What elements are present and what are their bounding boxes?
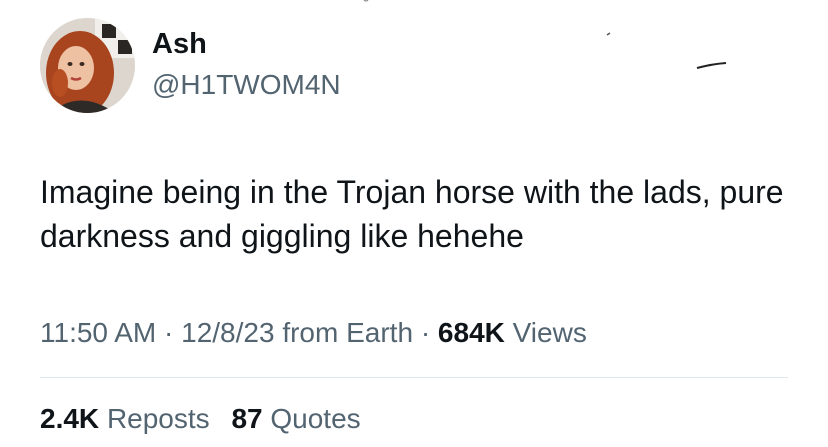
tweet-card: Ash @H1TWOM4N Imagine being in the Troja…: [0, 0, 828, 447]
meta-separator: ·: [164, 317, 174, 348]
tweet-metadata: 11:50 AM · 12/8/23 from Earth · 684K Vie…: [40, 314, 587, 352]
views-count: 684K: [437, 317, 505, 348]
quotes-count: 87: [231, 403, 263, 434]
user-handle[interactable]: @H1TWOM4N: [152, 66, 341, 104]
profile-photo-icon: [40, 18, 135, 113]
reposts-label: Reposts: [106, 403, 210, 434]
display-name[interactable]: Ash: [152, 24, 207, 64]
quotes-stat[interactable]: 87 Quotes: [231, 400, 360, 438]
quotes-label: Quotes: [270, 403, 361, 434]
avatar[interactable]: [40, 18, 135, 113]
meta-separator: ·: [420, 317, 431, 348]
divider: [40, 377, 788, 378]
views-label: Views: [512, 317, 587, 348]
reposts-count: 2.4K: [40, 403, 100, 434]
engagement-stats: 2.4K Reposts 87 Quotes: [40, 400, 375, 438]
tweet-date[interactable]: 12/8/23 from Earth: [181, 317, 413, 348]
tweet-time[interactable]: 11:50 AM: [40, 317, 156, 348]
reposts-stat[interactable]: 2.4K Reposts: [40, 400, 210, 438]
tweet-text: Imagine being in the Trojan horse with t…: [40, 174, 784, 254]
